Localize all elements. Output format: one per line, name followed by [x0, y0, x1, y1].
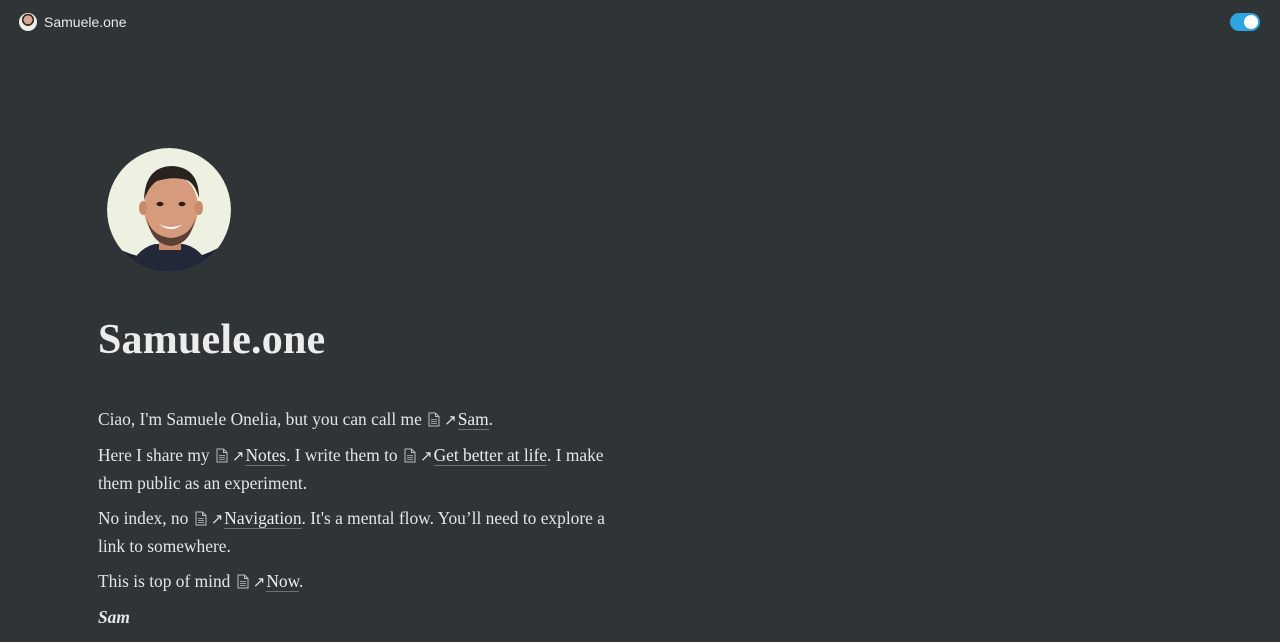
doc-icon	[428, 412, 440, 427]
profile-avatar	[107, 148, 231, 272]
doc-icon	[237, 574, 249, 589]
page-title: Samuele.one	[98, 317, 326, 363]
arrow-up-right-icon: ↗	[419, 447, 433, 465]
link-get-better-at-life[interactable]: Get better at life	[433, 445, 548, 466]
link-navigation[interactable]: Navigation	[224, 508, 302, 529]
top-bar: Samuele.one	[0, 0, 1280, 44]
doc-icon	[404, 448, 416, 463]
brand-avatar	[19, 13, 37, 31]
doc-icon	[216, 448, 228, 463]
arrow-up-right-icon: ↗	[210, 510, 224, 528]
intro-paragraph-2: Here I share my ↗Notes. I write them to …	[98, 445, 604, 493]
intro-paragraph-3: No index, no ↗Navigation. It's a mental …	[98, 508, 605, 556]
main-content: Samuele.one Ciao, I'm Samuele Onelia, bu…	[98, 148, 623, 631]
intro-text: Ciao, I'm Samuele Onelia, but you can ca…	[98, 406, 623, 631]
toggle-knob	[1244, 15, 1258, 29]
site-name: Samuele.one	[44, 14, 127, 30]
doc-icon	[195, 511, 207, 526]
arrow-up-right-icon: ↗	[444, 411, 457, 429]
theme-toggle[interactable]	[1230, 13, 1260, 31]
link-notes[interactable]: Notes	[245, 445, 287, 466]
intro-paragraph-4: This is top of mind ↗Now.	[98, 571, 304, 592]
signature: Sam	[98, 607, 130, 627]
intro-paragraph-1: Ciao, I'm Samuele Onelia, but you can ca…	[98, 409, 494, 430]
site-brand-link[interactable]: Samuele.one	[19, 13, 127, 31]
link-sam[interactable]: Sam	[457, 409, 489, 430]
arrow-up-right-icon: ↗	[252, 573, 266, 591]
arrow-up-right-icon: ↗	[231, 447, 245, 465]
link-now[interactable]: Now	[266, 571, 299, 592]
